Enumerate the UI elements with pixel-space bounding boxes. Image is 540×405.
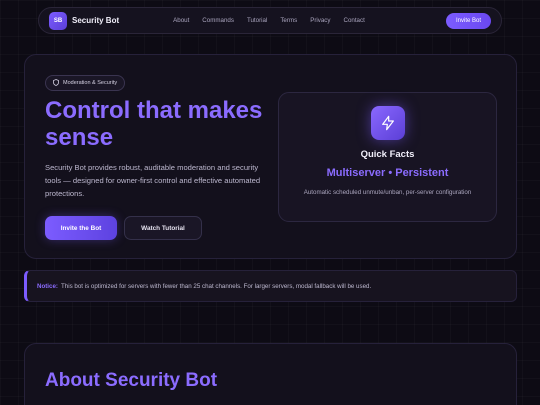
nav-links: About Commands Tutorial Terms Privacy Co… (173, 17, 378, 24)
lightning-icon (371, 106, 405, 140)
quick-facts-headline: Multiserver • Persistent (326, 167, 449, 179)
shield-icon (53, 78, 59, 88)
invite-bot-button[interactable]: Invite Bot (445, 12, 491, 29)
notice-banner: Notice: This bot is optimized for server… (24, 270, 517, 302)
nav-link-commands[interactable]: Commands (202, 17, 234, 24)
notice-label: Notice: (37, 282, 58, 290)
invite-the-bot-button[interactable]: Invite the Bot (45, 216, 117, 240)
top-nav: SB Security Bot About Commands Tutorial … (38, 7, 502, 34)
notice-text: This bot is optimized for servers with f… (60, 282, 372, 290)
hero-headline: Control that makes sense (45, 97, 263, 151)
nav-link-contact[interactable]: Contact (343, 17, 364, 24)
hero-section: Moderation & Security Control that makes… (24, 54, 517, 259)
watch-tutorial-button[interactable]: Watch Tutorial (124, 216, 202, 240)
about-section: About Security Bot (24, 343, 517, 405)
quick-facts-description: Automatic scheduled unmute/unban, per-se… (303, 189, 472, 196)
hero-description: Security Bot provides robust, auditable … (45, 163, 261, 198)
quick-facts-card: Quick Facts Multiserver • Persistent Aut… (278, 92, 497, 222)
nav-link-tutorial[interactable]: Tutorial (247, 17, 267, 24)
category-pill: Moderation & Security (45, 75, 126, 91)
pill-label: Moderation & Security (63, 80, 118, 86)
quick-facts-title: Quick Facts (360, 149, 415, 160)
nav-link-about[interactable]: About (173, 17, 189, 24)
about-title: About Security Bot (45, 370, 218, 391)
nav-link-privacy[interactable]: Privacy (310, 17, 330, 24)
brand-name[interactable]: Security Bot (72, 16, 119, 25)
logo-badge[interactable]: SB (49, 11, 67, 30)
nav-link-terms[interactable]: Terms (280, 17, 297, 24)
